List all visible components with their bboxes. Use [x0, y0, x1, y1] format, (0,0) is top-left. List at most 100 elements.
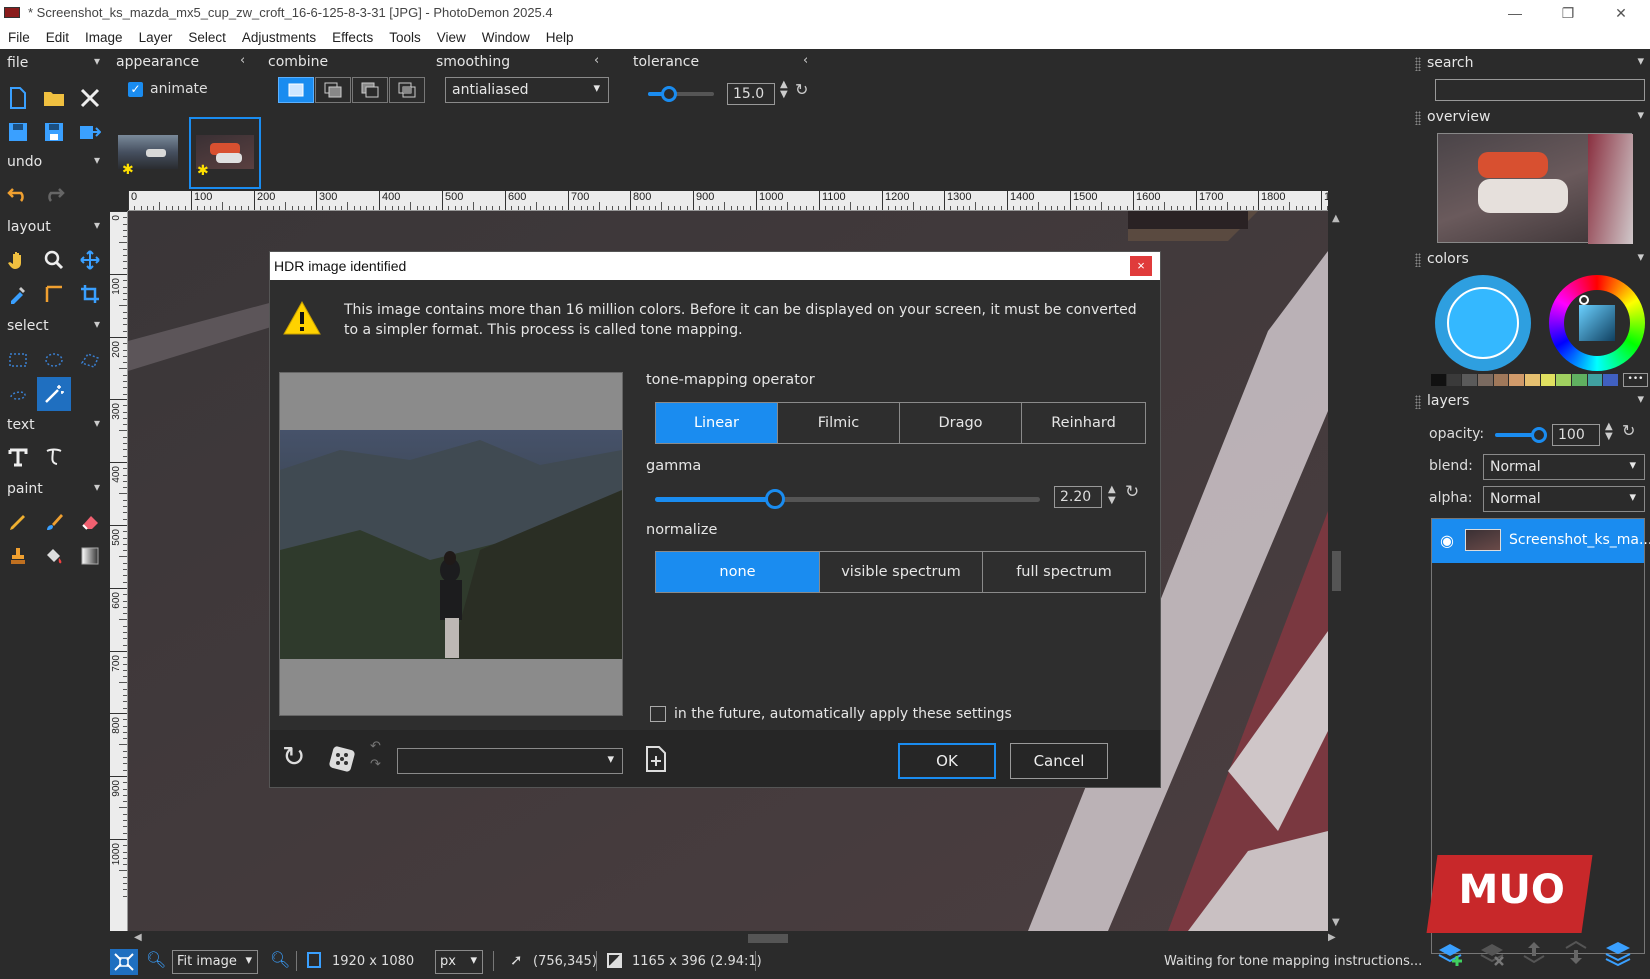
dialog-close-button[interactable]: ×: [1130, 256, 1152, 276]
chevron-left-icon[interactable]: ‹: [594, 53, 599, 68]
menu-window[interactable]: Window: [482, 30, 530, 45]
search-panel-header[interactable]: search ▾: [1413, 52, 1650, 76]
blend-mode-dropdown[interactable]: Normal ▾: [1483, 454, 1645, 480]
ok-button[interactable]: OK: [898, 743, 996, 779]
lasso-select-icon[interactable]: [3, 381, 33, 411]
save-icon[interactable]: [3, 117, 33, 147]
menu-select[interactable]: Select: [188, 30, 226, 45]
overview-thumbnail[interactable]: [1437, 133, 1633, 244]
tolerance-input[interactable]: 15.0: [727, 83, 775, 105]
operator-linear-button[interactable]: Linear: [656, 403, 778, 443]
menu-adjustments[interactable]: Adjustments: [242, 30, 316, 45]
grip-icon[interactable]: [1415, 57, 1421, 71]
randomize-dice-icon[interactable]: [328, 745, 356, 773]
dialog-title-bar[interactable]: HDR image identified ×: [270, 252, 1160, 280]
palette-swatch[interactable]: [1431, 374, 1447, 386]
gamma-slider[interactable]: [655, 489, 1040, 509]
spin-arrows-icon[interactable]: ▲ ▼: [1108, 484, 1116, 506]
zoom-icon[interactable]: [39, 245, 69, 275]
fit-to-window-icon[interactable]: [110, 949, 138, 975]
palette-swatch[interactable]: [1509, 374, 1526, 386]
reset-icon[interactable]: ↻: [1622, 421, 1635, 440]
move-layer-down-icon[interactable]: [1561, 938, 1591, 968]
measure-icon[interactable]: [39, 279, 69, 309]
toolbox-section-layout[interactable]: layout ▾: [0, 215, 110, 241]
cancel-button[interactable]: Cancel: [1010, 743, 1108, 779]
operator-filmic-button[interactable]: Filmic: [778, 403, 900, 443]
open-folder-icon[interactable]: [39, 83, 69, 113]
palette-swatch[interactable]: [1446, 374, 1463, 386]
add-layer-icon[interactable]: [1435, 938, 1465, 968]
color-palette[interactable]: [1431, 374, 1620, 386]
eye-icon[interactable]: ◉: [1440, 531, 1454, 550]
image-thumbnail-2[interactable]: ✱: [189, 117, 261, 189]
operator-reinhard-button[interactable]: Reinhard: [1022, 403, 1145, 443]
layers-panel-header[interactable]: layers ▾: [1413, 390, 1650, 414]
primary-color-swatch[interactable]: [1435, 275, 1531, 371]
typography-tool-icon[interactable]: [39, 442, 69, 472]
chevron-left-icon[interactable]: ‹: [240, 53, 245, 68]
zoom-in-icon[interactable]: 🔍︎: [270, 950, 290, 969]
delete-layer-icon[interactable]: [1477, 938, 1507, 968]
gamma-input[interactable]: 2.20: [1054, 486, 1102, 508]
normalize-none-button[interactable]: none: [656, 552, 820, 592]
horizontal-scrollbar[interactable]: ◀ ▶: [128, 931, 1345, 946]
export-icon[interactable]: [75, 117, 105, 147]
hand-pan-icon[interactable]: [3, 245, 33, 275]
scroll-right-icon[interactable]: ▶: [1328, 932, 1336, 943]
menu-view[interactable]: View: [437, 30, 466, 45]
search-input[interactable]: [1435, 79, 1645, 101]
menu-image[interactable]: Image: [85, 30, 123, 45]
grip-icon[interactable]: [1415, 395, 1421, 409]
combine-replace-button[interactable]: [278, 77, 314, 103]
alpha-mode-dropdown[interactable]: Normal ▾: [1483, 486, 1645, 512]
menu-help[interactable]: Help: [546, 30, 574, 45]
menu-tools[interactable]: Tools: [389, 30, 421, 45]
save-preset-icon[interactable]: [645, 746, 667, 772]
palette-swatch[interactable]: [1493, 374, 1510, 386]
scroll-left-icon[interactable]: ◀: [134, 932, 142, 943]
restore-button[interactable]: ❐: [1548, 2, 1588, 24]
menu-layer[interactable]: Layer: [139, 30, 173, 45]
eraser-icon[interactable]: [75, 507, 105, 537]
preset-dropdown[interactable]: ▾: [397, 748, 623, 774]
clone-stamp-icon[interactable]: [3, 541, 33, 571]
close-window-button[interactable]: ✕: [1601, 2, 1641, 24]
reset-icon[interactable]: ↻: [1125, 482, 1139, 502]
zoom-dropdown[interactable]: Fit image ▾: [172, 950, 258, 974]
close-image-icon[interactable]: [75, 83, 105, 113]
zoom-out-icon[interactable]: 🔍︎: [146, 950, 166, 969]
palette-more-button[interactable]: •••: [1623, 373, 1648, 387]
brush-icon[interactable]: [39, 507, 69, 537]
units-dropdown[interactable]: px ▾: [435, 950, 483, 974]
spin-arrows-icon[interactable]: ▲ ▼: [780, 80, 788, 100]
combine-intersect-button[interactable]: [389, 77, 425, 103]
pencil-icon[interactable]: [3, 507, 33, 537]
ellipse-select-icon[interactable]: [39, 345, 69, 375]
colors-panel-header[interactable]: colors ▾: [1413, 248, 1650, 272]
normalize-full-button[interactable]: full spectrum: [983, 552, 1145, 592]
undo-icon[interactable]: [3, 179, 33, 209]
palette-swatch[interactable]: [1572, 374, 1588, 386]
palette-swatch[interactable]: [1556, 374, 1573, 386]
toolbox-section-paint[interactable]: paint ▾: [0, 477, 110, 503]
palette-swatch[interactable]: [1540, 374, 1557, 386]
scroll-thumb[interactable]: [748, 934, 788, 943]
toolbox-section-file[interactable]: file ▾: [0, 51, 110, 77]
move-icon[interactable]: [75, 245, 105, 275]
normalize-visible-button[interactable]: visible spectrum: [820, 552, 983, 592]
palette-swatch[interactable]: [1587, 374, 1604, 386]
grip-icon[interactable]: [1415, 253, 1421, 267]
save-as-icon[interactable]: [39, 117, 69, 147]
menu-file[interactable]: File: [8, 30, 30, 45]
opacity-slider[interactable]: [1495, 427, 1547, 443]
palette-swatch[interactable]: [1462, 374, 1479, 386]
gradient-icon[interactable]: [75, 541, 105, 571]
chevron-left-icon[interactable]: ‹: [803, 53, 808, 68]
magic-wand-icon[interactable]: [37, 377, 71, 411]
palette-swatch[interactable]: [1603, 374, 1620, 386]
scroll-down-icon[interactable]: ▼: [1332, 917, 1340, 928]
menu-effects[interactable]: Effects: [332, 30, 373, 45]
overview-panel-header[interactable]: overview ▾: [1413, 106, 1650, 130]
auto-apply-checkbox[interactable]: [650, 706, 666, 722]
